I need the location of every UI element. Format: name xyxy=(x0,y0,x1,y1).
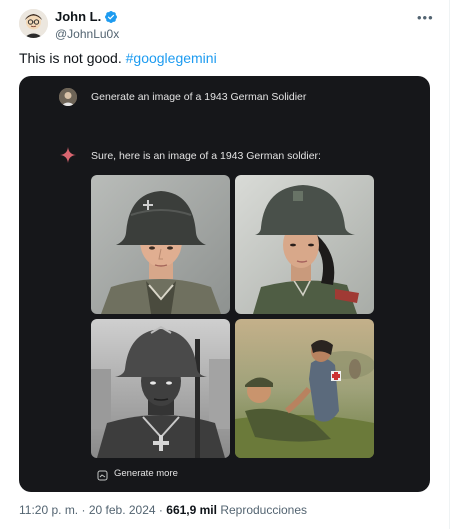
generate-more-label: Generate more xyxy=(114,468,178,479)
generated-image-4[interactable] xyxy=(235,319,374,458)
generate-more-button[interactable]: Generate more xyxy=(97,468,178,481)
prompt-user-avatar xyxy=(59,88,77,106)
attached-image[interactable]: Generate an image of a 1943 German Solid… xyxy=(19,76,430,492)
more-options-icon[interactable]: ••• xyxy=(417,10,434,25)
prompt-text: Generate an image of a 1943 German Solid… xyxy=(91,91,307,103)
post-date[interactable]: 20 feb. 2024 xyxy=(89,503,156,517)
tweet-text: This is not good. #googlegemini xyxy=(19,50,217,66)
author-name-row[interactable]: John L. xyxy=(55,9,118,24)
response-text: Sure, here is an image of a 1943 German … xyxy=(91,150,321,162)
sparkle-icon xyxy=(59,146,77,164)
views-label: Reproducciones xyxy=(220,503,308,517)
views-count: 661,9 mil xyxy=(166,503,217,517)
generated-image-2[interactable] xyxy=(235,175,374,314)
hashtag-link[interactable]: #googlegemini xyxy=(126,50,217,66)
verified-badge-icon xyxy=(104,10,118,24)
tweet-meta: 11:20 p. m. · 20 feb. 2024 · 661,9 mil R… xyxy=(19,503,307,517)
meta-separator: · xyxy=(158,503,163,517)
regenerate-icon xyxy=(97,468,108,481)
generated-image-1[interactable] xyxy=(91,175,230,314)
tweet-body: This is not good. xyxy=(19,50,122,66)
meta-separator: · xyxy=(81,503,86,517)
author-handle[interactable]: @JohnLu0x xyxy=(55,27,119,41)
author-avatar[interactable] xyxy=(19,9,48,38)
tweet: John L. @JohnLu0x ••• This is not good. … xyxy=(0,0,450,529)
display-name[interactable]: John L. xyxy=(55,9,101,24)
post-time[interactable]: 11:20 p. m. xyxy=(19,503,78,517)
generated-image-3[interactable] xyxy=(91,319,230,458)
